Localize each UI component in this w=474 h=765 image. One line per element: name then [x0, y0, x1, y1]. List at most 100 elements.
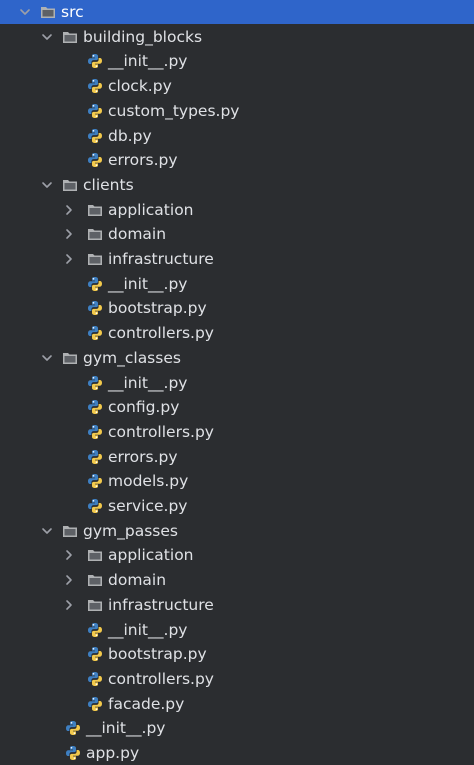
tree-item-label: db.py — [108, 126, 152, 145]
python-file-icon — [87, 152, 103, 168]
file-row-init-py[interactable]: __init__.py — [0, 618, 474, 642]
tree-item-label: gym_classes — [83, 348, 181, 367]
tree-item-label: errors.py — [108, 447, 178, 466]
tree-item-label: controllers.py — [108, 669, 214, 688]
folder-row-src[interactable]: src — [0, 0, 474, 24]
python-file-icon — [87, 449, 103, 465]
python-file-icon — [87, 399, 103, 415]
file-row-custom-types-py[interactable]: custom_types.py — [0, 99, 474, 123]
chevron-down-icon[interactable] — [40, 351, 54, 365]
tree-item-label: facade.py — [108, 694, 185, 713]
python-file-icon — [87, 300, 103, 316]
file-row-controllers-py[interactable]: controllers.py — [0, 667, 474, 691]
tree-item-label: domain — [108, 225, 167, 244]
folder-row-infrastructure[interactable]: infrastructure — [0, 593, 474, 617]
folder-row-gym-passes[interactable]: gym_passes — [0, 519, 474, 543]
file-row-controllers-py[interactable]: controllers.py — [0, 321, 474, 345]
tree-item-label: __init__.py — [86, 719, 166, 738]
python-file-icon — [87, 276, 103, 292]
folder-row-domain[interactable]: domain — [0, 222, 474, 246]
tree-item-label: __init__.py — [108, 373, 188, 392]
file-row-db-py[interactable]: db.py — [0, 124, 474, 148]
tree-item-label: controllers.py — [108, 422, 214, 441]
folder-icon — [87, 597, 103, 613]
folder-icon — [87, 572, 103, 588]
folder-icon — [87, 226, 103, 242]
folder-row-clients[interactable]: clients — [0, 173, 474, 197]
folder-icon — [87, 202, 103, 218]
tree-item-label: service.py — [108, 497, 188, 515]
python-file-icon — [87, 671, 103, 687]
chevron-right-icon[interactable] — [62, 573, 76, 587]
folder-icon — [87, 251, 103, 267]
python-file-icon — [87, 646, 103, 662]
folder-icon — [62, 177, 78, 193]
tree-item-label: application — [108, 546, 194, 565]
chevron-right-icon[interactable] — [62, 227, 76, 241]
tree-item-label: application — [108, 200, 194, 219]
chevron-down-icon[interactable] — [40, 30, 54, 44]
tree-item-label: errors.py — [108, 151, 178, 170]
python-file-icon — [87, 325, 103, 341]
tree-item-label: config.py — [108, 398, 180, 417]
tree-item-label: bootstrap.py — [108, 299, 207, 318]
python-file-icon — [87, 128, 103, 144]
file-row-bootstrap-py[interactable]: bootstrap.py — [0, 296, 474, 320]
file-row-init-py[interactable]: __init__.py — [0, 272, 474, 296]
tree-item-label: __init__.py — [108, 620, 188, 639]
folder-icon — [62, 350, 78, 366]
python-file-icon — [87, 473, 103, 489]
tree-item-label: infrastructure — [108, 595, 214, 614]
tree-item-label: app.py — [86, 744, 140, 762]
chevron-right-icon[interactable] — [62, 203, 76, 217]
tree-item-label: domain — [108, 571, 167, 590]
tree-item-label: clock.py — [108, 77, 172, 96]
python-file-icon — [65, 720, 81, 736]
folder-row-application[interactable]: application — [0, 543, 474, 567]
folder-row-infrastructure[interactable]: infrastructure — [0, 247, 474, 271]
tree-item-label: building_blocks — [83, 27, 203, 46]
tree-item-label: infrastructure — [108, 250, 214, 268]
python-file-icon — [87, 53, 103, 69]
python-file-icon — [65, 745, 81, 761]
tree-item-label: __init__.py — [108, 274, 188, 293]
chevron-down-icon[interactable] — [18, 5, 32, 19]
file-row-bootstrap-py[interactable]: bootstrap.py — [0, 642, 474, 666]
folder-row-gym-classes[interactable]: gym_classes — [0, 346, 474, 370]
chevron-right-icon[interactable] — [62, 252, 76, 266]
file-row-models-py[interactable]: models.py — [0, 469, 474, 493]
file-row-controllers-py[interactable]: controllers.py — [0, 420, 474, 444]
tree-item-label: models.py — [108, 472, 189, 491]
folder-row-building-blocks[interactable]: building_blocks — [0, 25, 474, 49]
python-file-icon — [87, 375, 103, 391]
file-row-init-py[interactable]: __init__.py — [0, 49, 474, 73]
file-row-service-py[interactable]: service.py — [0, 494, 474, 518]
chevron-right-icon[interactable] — [62, 598, 76, 612]
file-row-errors-py[interactable]: errors.py — [0, 445, 474, 469]
python-file-icon — [87, 696, 103, 712]
file-row-app-py[interactable]: app.py — [0, 741, 474, 765]
chevron-down-icon[interactable] — [40, 178, 54, 192]
file-row-init-py[interactable]: __init__.py — [0, 716, 474, 740]
file-row-config-py[interactable]: config.py — [0, 395, 474, 419]
tree-item-label: gym_passes — [83, 521, 178, 540]
python-file-icon — [87, 622, 103, 638]
tree-item-label: src — [61, 3, 84, 21]
project-tree: src building_blocks __init__.py clock.py cus… — [0, 0, 474, 765]
tree-item-label: controllers.py — [108, 324, 214, 343]
folder-icon — [62, 29, 78, 45]
chevron-right-icon[interactable] — [62, 548, 76, 562]
file-row-errors-py[interactable]: errors.py — [0, 148, 474, 172]
folder-icon — [87, 547, 103, 563]
chevron-down-icon[interactable] — [40, 524, 54, 538]
folder-row-application[interactable]: application — [0, 198, 474, 222]
file-row-facade-py[interactable]: facade.py — [0, 692, 474, 716]
file-row-clock-py[interactable]: clock.py — [0, 74, 474, 98]
tree-item-label: clients — [83, 175, 134, 194]
tree-item-label: bootstrap.py — [108, 645, 207, 664]
folder-row-domain[interactable]: domain — [0, 568, 474, 592]
python-file-icon — [87, 103, 103, 119]
folder-icon — [40, 4, 56, 20]
file-row-init-py[interactable]: __init__.py — [0, 371, 474, 395]
tree-item-label: custom_types.py — [108, 101, 240, 120]
